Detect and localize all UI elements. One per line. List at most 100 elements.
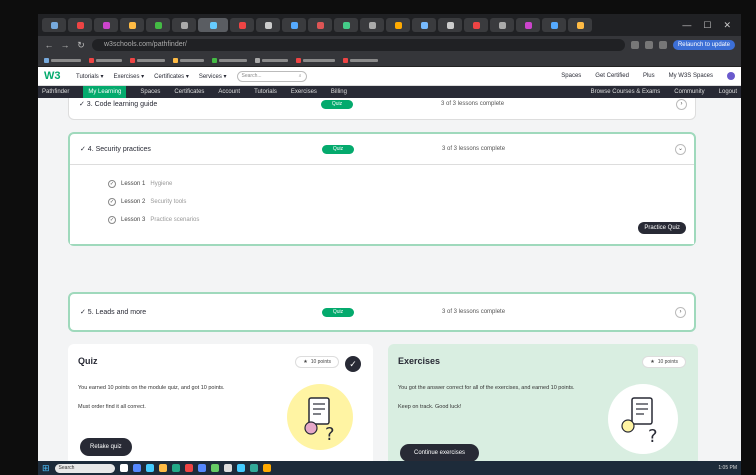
chevron-right-icon[interactable]: › [675, 306, 686, 318]
lesson-item[interactable]: ✓ Lesson 1 Hygiene [108, 175, 656, 193]
reload-icon[interactable]: ↻ [76, 40, 86, 51]
browser-tab[interactable] [282, 18, 306, 32]
browser-tab[interactable] [230, 18, 254, 32]
bookmark[interactable] [44, 57, 81, 63]
menu-services[interactable]: Services ▾ [199, 73, 227, 80]
toolbar-icons [630, 41, 667, 49]
subnav-pathfinder[interactable]: Pathfinder [42, 89, 69, 95]
chevron-down-icon[interactable]: ⌄ [675, 143, 686, 155]
user-avatar-icon[interactable] [727, 72, 735, 80]
tab-strip: — ☐ ✕ [38, 14, 741, 36]
taskbar-app-icon[interactable] [262, 464, 271, 472]
continue-exercises-button[interactable]: Continue exercises [400, 444, 480, 461]
subnav-account[interactable]: Account [218, 89, 240, 95]
browser-tab[interactable] [308, 18, 332, 32]
browser-window: — ☐ ✕ ← → ↻ w3schools.com/pathfinder/ Re… [38, 14, 741, 461]
bookmark[interactable] [173, 57, 204, 63]
browser-tab[interactable] [516, 18, 540, 32]
module-expanded[interactable]: ✓ 4. Security practices Quiz 3 of 3 less… [68, 132, 696, 246]
lesson-item[interactable]: ✓ Lesson 2 Security tools [108, 193, 656, 211]
bookmark[interactable] [212, 57, 247, 63]
w3schools-logo[interactable]: W3 [44, 70, 66, 82]
quiz-badge: Quiz [322, 144, 354, 154]
star-icon[interactable] [644, 41, 653, 49]
browser-tab[interactable] [334, 18, 358, 32]
browser-tab[interactable] [94, 18, 118, 32]
window-controls[interactable]: — ☐ ✕ [682, 20, 737, 31]
browser-tab[interactable] [464, 18, 488, 32]
practice-quiz-button[interactable]: Practice Quiz [638, 222, 686, 234]
module-row[interactable]: ✓ 5. Leads and more Quiz 3 of 3 lessons … [68, 292, 696, 332]
extension-icon[interactable] [630, 41, 639, 49]
subnav-community[interactable]: Community [674, 89, 704, 95]
profile-icon[interactable] [658, 41, 667, 49]
module-progress: 3 of 3 lessons complete [442, 146, 506, 152]
windows-start-icon[interactable]: ⊞ [42, 463, 50, 474]
browser-tab[interactable] [198, 18, 228, 32]
subnav-browse[interactable]: Browse Courses & Exams [591, 89, 661, 95]
chevron-right-icon[interactable]: › [676, 98, 687, 110]
taskbar-app-icon[interactable] [119, 464, 128, 472]
tab-favicon-icon [154, 21, 162, 29]
browser-tab[interactable] [120, 18, 144, 32]
subnav-exercises[interactable]: Exercises [291, 89, 317, 95]
header-link-get-certified[interactable]: Get Certified [595, 73, 629, 79]
taskbar-app-icon[interactable] [249, 464, 258, 472]
trophy-icon: ★ [650, 359, 655, 365]
browser-tab[interactable] [438, 18, 462, 32]
relaunch-button[interactable]: Relaunch to update [672, 40, 735, 50]
browser-tab[interactable] [386, 18, 410, 32]
subnav-spaces[interactable]: Spaces [140, 89, 160, 95]
subnav-billing[interactable]: Billing [331, 89, 347, 95]
module-row[interactable]: ✓ 3. Code learning guide Quiz 3 of 3 les… [68, 98, 696, 120]
taskbar-app-icon[interactable] [184, 464, 193, 472]
browser-tab[interactable] [360, 18, 384, 32]
browser-tab[interactable] [568, 18, 592, 32]
bookmark[interactable] [296, 57, 335, 63]
close-icon[interactable]: ✕ [723, 20, 731, 31]
taskbar-app-icon[interactable] [210, 464, 219, 472]
header-link-my-spaces[interactable]: My W3S Spaces [669, 73, 713, 79]
menu-certificates[interactable]: Certificates ▾ [154, 73, 189, 80]
menu-exercises[interactable]: Exercises ▾ [113, 73, 144, 80]
subnav-certificates[interactable]: Certificates [174, 89, 204, 95]
forward-icon[interactable]: → [60, 40, 70, 50]
bookmark[interactable] [255, 57, 288, 63]
taskbar-app-icon[interactable] [145, 464, 154, 472]
url-field[interactable]: w3schools.com/pathfinder/ [92, 39, 625, 51]
taskbar-app-icon[interactable] [236, 464, 245, 472]
taskbar-search[interactable]: Search [54, 463, 115, 473]
bookmark[interactable] [343, 57, 378, 63]
browser-tab[interactable] [490, 18, 514, 32]
header-link-plus[interactable]: Plus [643, 73, 655, 79]
taskbar-app-icon[interactable] [132, 464, 141, 472]
browser-tab[interactable] [42, 18, 66, 32]
taskbar-app-icon[interactable] [197, 464, 206, 472]
taskbar-app-icon[interactable] [158, 464, 167, 472]
bookmark[interactable] [89, 57, 122, 63]
header-link-spaces[interactable]: Spaces [561, 73, 581, 79]
tab-favicon-icon [420, 21, 428, 29]
taskbar-app-icon[interactable] [171, 464, 180, 472]
check-icon: ✓ [108, 180, 116, 188]
subnav-tutorials[interactable]: Tutorials [254, 89, 277, 95]
exercises-card: Exercises ★ 10 points You got the answer… [388, 344, 698, 461]
subnav-logout[interactable]: Logout [719, 89, 737, 95]
minimize-icon[interactable]: — [682, 20, 691, 31]
browser-tab[interactable] [542, 18, 566, 32]
browser-tab[interactable] [68, 18, 92, 32]
browser-tab[interactable] [172, 18, 196, 32]
maximize-icon[interactable]: ☐ [703, 20, 711, 31]
browser-tab[interactable] [146, 18, 170, 32]
back-icon[interactable]: ← [44, 40, 54, 50]
subnav-my-learning[interactable]: My Learning [83, 86, 127, 98]
taskbar-clock[interactable]: 1:05 PM [718, 465, 737, 471]
taskbar-app-icon[interactable] [223, 464, 232, 472]
menu-tutorials[interactable]: Tutorials ▾ [76, 73, 103, 80]
browser-tab[interactable] [412, 18, 436, 32]
retake-quiz-button[interactable]: Retake quiz [80, 438, 132, 456]
bookmark[interactable] [130, 57, 165, 63]
search-input[interactable]: Search... ⌕ [236, 70, 307, 82]
lesson-item[interactable]: ✓ Lesson 3 Practice scenarios [108, 211, 656, 229]
browser-tab[interactable] [256, 18, 280, 32]
